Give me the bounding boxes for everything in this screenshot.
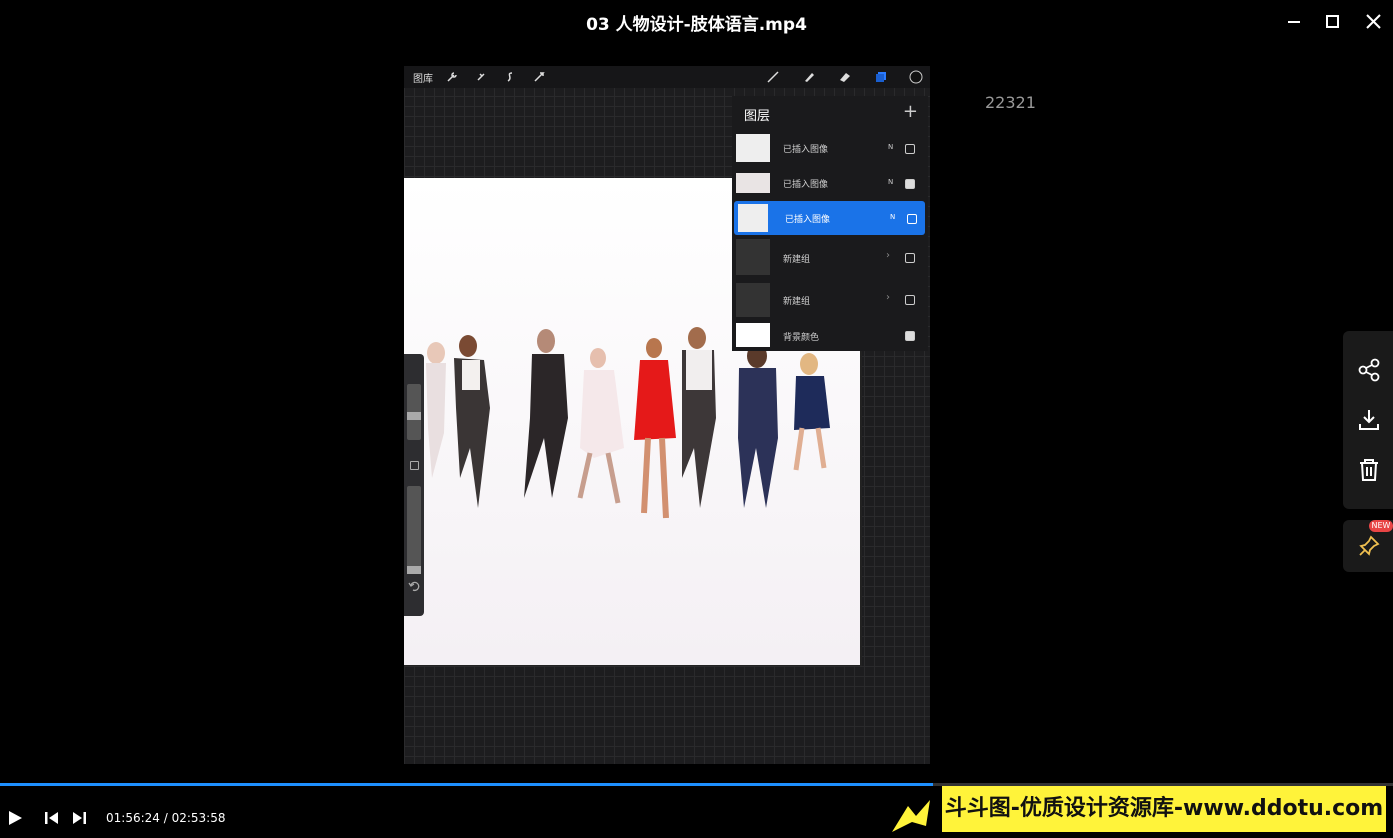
layer-item[interactable]: 已插入图像 N <box>732 131 928 165</box>
blend-mode[interactable]: N <box>888 178 893 186</box>
video-title: 03 人物设计-肢体语言.mp4 <box>586 15 807 35</box>
maximize-button[interactable] <box>1320 8 1348 36</box>
layer-thumbnail <box>736 173 770 193</box>
visibility-checkbox[interactable] <box>905 144 915 154</box>
previous-icon[interactable] <box>42 808 62 828</box>
gallery-label: 图库 <box>413 74 433 85</box>
layer-group[interactable]: 新建组 › <box>732 236 928 279</box>
side-toolbar <box>1343 331 1393 509</box>
transform-icon <box>534 72 545 82</box>
opacity-handle[interactable] <box>407 566 421 574</box>
download-icon[interactable] <box>1356 407 1382 433</box>
minimize-icon <box>1288 21 1300 23</box>
visibility-checkbox[interactable] <box>905 253 915 263</box>
new-badge: NEW <box>1369 520 1393 532</box>
brush-icon <box>767 71 779 83</box>
smudge-icon <box>805 73 814 82</box>
background-thumbnail <box>736 323 770 347</box>
blend-mode[interactable]: N <box>890 213 895 221</box>
layer-item[interactable]: 已插入图像 N <box>732 166 928 200</box>
group-thumbnail <box>736 283 770 317</box>
total-time: 02:53:58 <box>171 811 226 825</box>
group-name: 新建组 <box>783 297 811 307</box>
trash-icon[interactable] <box>1356 457 1382 483</box>
progress-fill <box>0 783 934 786</box>
color-icon <box>909 70 923 84</box>
procreate-toolbar: 图库 <box>404 66 930 88</box>
eraser-icon <box>840 73 850 82</box>
next-icon[interactable] <box>69 808 89 828</box>
pin-icon <box>1359 535 1380 556</box>
chevron-right-icon[interactable]: › <box>886 292 890 303</box>
layer-group[interactable]: 新建组 › <box>732 280 928 318</box>
play-icon[interactable] <box>5 808 25 828</box>
brush-size-handle[interactable] <box>407 412 421 420</box>
group-name: 新建组 <box>783 255 811 265</box>
visibility-checkbox[interactable] <box>905 295 915 305</box>
layer-thumbnail <box>738 204 768 232</box>
layers-title: 图层 <box>744 109 771 124</box>
visibility-checkbox[interactable] <box>905 179 915 189</box>
video-frame[interactable]: 图库 图层 + 已插入图像 N 已插入图像 N 已插入图像 N 新建组 › 新建… <box>404 66 930 764</box>
overlay-counter: 22321 <box>985 93 1036 112</box>
watermark-banner: 斗斗图-优质设计资源库-www.ddotu.com <box>942 786 1386 832</box>
adjust-icon <box>477 73 485 81</box>
visibility-checkbox[interactable] <box>905 331 915 341</box>
background-layer[interactable]: 背景颜色 <box>732 320 928 350</box>
layer-name: 背景颜色 <box>783 333 820 343</box>
watermark-logo <box>892 800 930 832</box>
layers-icon <box>876 72 886 82</box>
wrench-icon <box>447 72 457 82</box>
layer-item-selected[interactable]: 已插入图像 N <box>734 201 925 235</box>
layer-name: 已插入图像 <box>783 145 829 155</box>
chevron-right-icon[interactable]: › <box>886 250 890 261</box>
selection-icon <box>507 72 513 82</box>
share-icon[interactable] <box>1356 357 1382 383</box>
layer-name: 已插入图像 <box>783 180 829 190</box>
minimize-button[interactable] <box>1281 8 1309 36</box>
time-display: 01:56:24 / 02:53:58 <box>106 811 225 825</box>
close-icon <box>1366 14 1381 29</box>
close-button[interactable] <box>1360 8 1388 36</box>
current-time: 01:56:24 <box>106 811 160 825</box>
blend-mode[interactable]: N <box>888 143 893 151</box>
opacity-slider[interactable] <box>407 486 421 574</box>
procreate-sidebar[interactable] <box>404 354 424 616</box>
layer-name: 已插入图像 <box>785 215 831 225</box>
modify-button[interactable] <box>410 461 419 470</box>
group-thumbnail <box>736 239 770 275</box>
maximize-icon <box>1326 15 1339 28</box>
layers-panel: 图层 + 已插入图像 N 已插入图像 N 已插入图像 N 新建组 › 新建组 ›… <box>732 96 928 351</box>
time-separator: / <box>159 811 172 825</box>
visibility-checkbox[interactable] <box>907 214 917 224</box>
layer-thumbnail <box>736 134 770 162</box>
undo-icon[interactable] <box>408 580 420 592</box>
add-layer-icon[interactable]: + <box>903 101 918 122</box>
